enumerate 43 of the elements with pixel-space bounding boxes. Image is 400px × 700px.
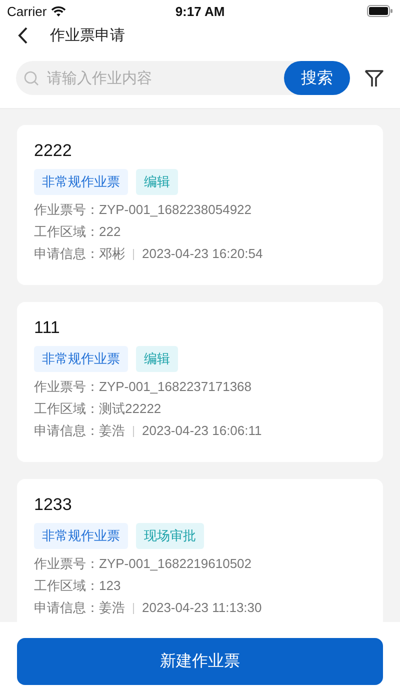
field-label: 作业票号： xyxy=(34,378,99,396)
status-time: 9:17 AM xyxy=(175,4,225,18)
ticket-card[interactable]: 2222 非常规作业票 编辑 作业票号：ZYP-001_1682238054922 工作区域：222 申请信息：邓彬 2023-04-23 16:20:54 xyxy=(17,125,383,285)
search-button[interactable]: 搜索 xyxy=(284,61,350,95)
field-label: 工作区域： xyxy=(34,400,99,418)
ticket-number: ZYP-001_1682219610502 xyxy=(99,555,252,573)
battery-icon xyxy=(367,5,393,17)
field-label: 作业票号： xyxy=(34,201,99,219)
field-label: 工作区域： xyxy=(34,577,99,595)
status-tag: 编辑 xyxy=(136,346,178,372)
ticket-number: ZYP-001_1682238054922 xyxy=(99,201,252,219)
filter-icon[interactable] xyxy=(364,68,384,88)
search-icon xyxy=(24,70,39,86)
ticket-type-tag: 非常规作业票 xyxy=(34,523,128,549)
create-ticket-button[interactable]: 新建作业票 xyxy=(17,638,383,684)
wifi-icon xyxy=(50,6,66,16)
ticket-number: ZYP-001_1682237171368 xyxy=(99,378,252,396)
field-label: 申请信息： xyxy=(34,599,99,617)
work-area: 测试22222 xyxy=(99,398,162,420)
carrier-name: Carrier xyxy=(7,4,47,18)
ticket-type-tag: 非常规作业票 xyxy=(34,346,128,372)
status-tag: 编辑 xyxy=(136,169,178,195)
field-label: 作业票号： xyxy=(34,555,99,573)
apply-time: 2023-04-23 16:06:11 xyxy=(142,422,262,440)
applicant-name: 邓彬 xyxy=(99,245,125,263)
ticket-title: 1233 xyxy=(34,495,73,515)
field-label: 工作区域： xyxy=(34,223,99,241)
apply-time: 2023-04-23 16:20:54 xyxy=(142,245,263,263)
page-title: 作业票申请 xyxy=(50,26,125,44)
ticket-title: 111 xyxy=(34,318,61,338)
applicant-name: 姜浩 xyxy=(99,599,125,617)
applicant-name: 姜浩 xyxy=(99,422,125,440)
ticket-card[interactable]: 111 非常规作业票 编辑 作业票号：ZYP-001_1682237171368 工作区域：测试22222 申请信息：姜浩 2023-04-23 16:06:11 xyxy=(17,302,383,462)
field-label: 申请信息： xyxy=(34,245,99,263)
ticket-title: 2222 xyxy=(34,141,73,161)
ticket-type-tag: 非常规作业票 xyxy=(34,169,128,195)
apply-time: 2023-04-23 11:13:30 xyxy=(142,599,262,617)
ticket-card[interactable]: 1233 非常规作业票 现场审批 作业票号：ZYP-001_1682219610502 工作区域：123 申请信息：姜浩 2023-04-23 11:13:30 xyxy=(17,479,383,622)
field-label: 申请信息： xyxy=(34,422,99,440)
work-area: 222 xyxy=(99,221,121,243)
search-field[interactable]: 请输入作业内容 搜索 xyxy=(16,61,350,95)
status-tag: 现场审批 xyxy=(136,523,204,549)
work-area: 123 xyxy=(99,575,121,597)
